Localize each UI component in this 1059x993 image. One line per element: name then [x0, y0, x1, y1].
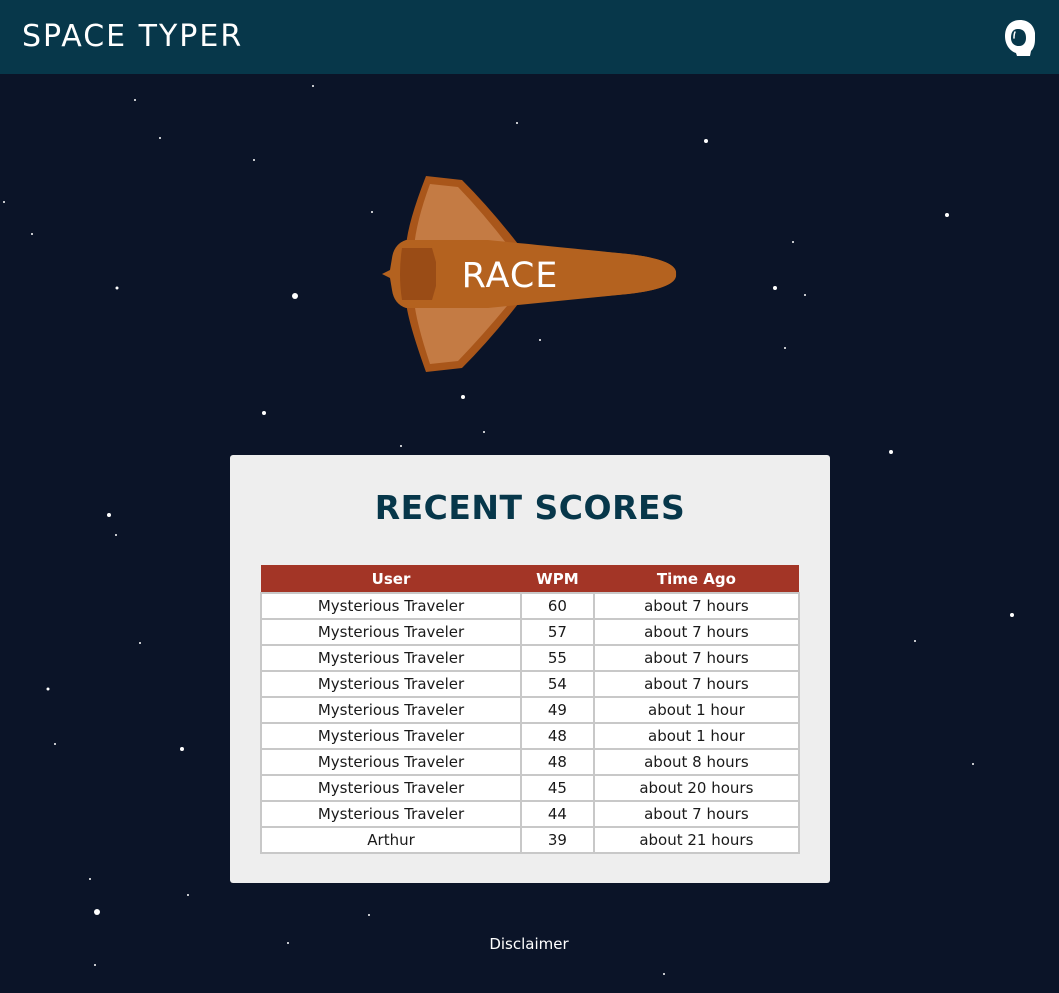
cell-user: Mysterious Traveler: [259, 696, 523, 724]
cell-time-ago: about 21 hours: [592, 826, 801, 854]
disclaimer-link[interactable]: Disclaimer: [429, 933, 629, 955]
cell-wpm: 54: [520, 670, 595, 698]
recent-scores-title: RECENT SCORES: [374, 488, 686, 527]
cell-time-ago: about 1 hour: [592, 696, 801, 724]
cell-wpm: 49: [520, 696, 595, 724]
cell-time-ago: about 7 hours: [592, 618, 801, 646]
table-row: Mysterious Traveler 49 about 1 hour: [259, 696, 801, 724]
cell-user: Mysterious Traveler: [259, 722, 523, 750]
table-row: Mysterious Traveler 60 about 7 hours: [259, 592, 801, 620]
cell-wpm: 55: [520, 644, 595, 672]
column-header-user: User: [261, 565, 522, 593]
table-row: Mysterious Traveler 48 about 8 hours: [259, 748, 801, 776]
cell-time-ago: about 7 hours: [592, 670, 801, 698]
table-row: Mysterious Traveler 45 about 20 hours: [259, 774, 801, 802]
cell-wpm: 48: [520, 748, 595, 776]
cell-user: Mysterious Traveler: [259, 774, 523, 802]
table-row: Mysterious Traveler 57 about 7 hours: [259, 618, 801, 646]
cell-time-ago: about 20 hours: [592, 774, 801, 802]
recent-scores-panel: RECENT SCORES User WPM Time Ago Mysterio…: [230, 455, 830, 883]
cell-wpm: 60: [520, 592, 595, 620]
cell-user: Mysterious Traveler: [259, 592, 523, 620]
cell-time-ago: about 7 hours: [592, 592, 801, 620]
cell-wpm: 48: [520, 722, 595, 750]
column-header-wpm: WPM: [521, 565, 594, 593]
cell-time-ago: about 8 hours: [592, 748, 801, 776]
cell-time-ago: about 7 hours: [592, 644, 801, 672]
cell-user: Mysterious Traveler: [259, 644, 523, 672]
table-row: Mysterious Traveler 44 about 7 hours: [259, 800, 801, 828]
race-spaceship-button[interactable]: [378, 172, 680, 376]
cell-wpm: 45: [520, 774, 595, 802]
table-row: Mysterious Traveler 48 about 1 hour: [259, 722, 801, 750]
top-header: SPACE TYPER: [0, 0, 1059, 74]
app-logo-title[interactable]: SPACE TYPER: [22, 18, 243, 56]
recent-scores-table: User WPM Time Ago Mysterious Traveler 60…: [259, 565, 801, 854]
cell-time-ago: about 7 hours: [592, 800, 801, 828]
table-row: Mysterious Traveler 54 about 7 hours: [259, 670, 801, 698]
cell-user: Mysterious Traveler: [259, 800, 523, 828]
cell-user: Mysterious Traveler: [259, 618, 523, 646]
table-row: Arthur 39 about 21 hours: [259, 826, 801, 854]
cell-user: Arthur: [259, 826, 523, 854]
table-row: Mysterious Traveler 55 about 7 hours: [259, 644, 801, 672]
cell-wpm: 57: [520, 618, 595, 646]
cell-user: Mysterious Traveler: [259, 748, 523, 776]
astronaut-helmet-icon[interactable]: [1003, 18, 1037, 58]
cell-user: Mysterious Traveler: [259, 670, 523, 698]
column-header-time-ago: Time Ago: [593, 565, 799, 593]
cell-wpm: 39: [520, 826, 595, 854]
cell-time-ago: about 1 hour: [592, 722, 801, 750]
cell-wpm: 44: [520, 800, 595, 828]
table-header-row: User WPM Time Ago: [261, 565, 799, 593]
